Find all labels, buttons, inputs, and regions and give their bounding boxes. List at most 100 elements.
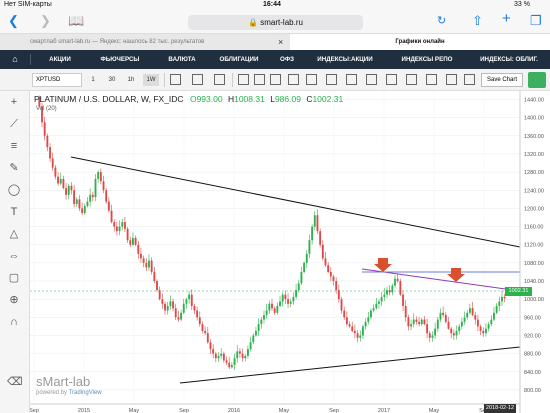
candle <box>148 254 150 271</box>
shapes-icon[interactable]: ◯ <box>7 183 21 197</box>
y-tick-label: 1040.00 <box>524 279 544 285</box>
tab-charts[interactable]: Графики онлайн <box>290 34 550 50</box>
magnet-icon[interactable]: ∩ <box>7 315 21 329</box>
measure-icon[interactable]: ▢ <box>7 271 21 285</box>
undo-icon[interactable] <box>426 74 437 85</box>
candle <box>348 321 351 329</box>
candle <box>246 345 249 359</box>
candle <box>308 234 311 259</box>
candle <box>300 266 303 286</box>
symbol-input[interactable]: XPTUSD <box>32 73 82 87</box>
candle <box>380 292 383 306</box>
candle <box>284 290 287 304</box>
bookmarks-icon[interactable]: 📖 <box>68 14 84 28</box>
candle <box>204 326 207 336</box>
menu-item-bonds[interactable]: ОБЛИГАЦИИ <box>214 50 264 69</box>
line-style-icon[interactable] <box>288 74 299 85</box>
y-tick-label: 1400.00 <box>524 116 544 122</box>
area-style-icon[interactable] <box>306 74 317 85</box>
candle <box>485 323 487 337</box>
candle <box>182 298 185 315</box>
chart-legend: PLATINUM / U.S. DOLLAR, W, FX_IDC O993.0… <box>34 94 343 104</box>
back-icon[interactable]: ❮ <box>8 14 19 28</box>
candle <box>439 308 442 323</box>
pattern-icon[interactable]: △ <box>7 227 21 241</box>
trash-icon[interactable]: ⌫ <box>7 375 23 389</box>
candles-style-icon[interactable] <box>254 74 265 85</box>
brush-icon[interactable]: ✎ <box>7 161 21 175</box>
candle <box>471 301 474 317</box>
forward-icon[interactable]: ❯ <box>40 14 51 28</box>
menu-item-ofz[interactable]: ОФЗ <box>272 50 302 69</box>
fib-retracement-icon[interactable]: ≡ <box>7 139 21 153</box>
new-tab-icon[interactable]: + <box>502 11 511 26</box>
home-icon[interactable]: ⌂ <box>0 50 30 69</box>
compare-icon[interactable] <box>170 74 181 85</box>
candle <box>156 279 158 292</box>
candle <box>51 152 54 171</box>
menu-item-futures[interactable]: ФЬЮЧЕРСЫ <box>95 50 145 69</box>
heikin-ashi-icon[interactable] <box>326 74 337 85</box>
zoom-in-icon[interactable]: ⊕ <box>7 293 21 307</box>
candle <box>97 170 100 183</box>
y-tick-label: 1440.00 <box>524 98 544 104</box>
menu-item-bond-indices[interactable]: ИНДЕКСЫ: ОБЛИГ. <box>470 50 548 69</box>
crosshair-icon[interactable]: + <box>7 95 21 109</box>
candle <box>273 306 276 316</box>
y-tick-label: 800.00 <box>524 388 541 394</box>
text-icon[interactable]: T <box>7 205 21 219</box>
point-figure-icon[interactable] <box>386 74 397 85</box>
trend-line-icon[interactable]: ⟋ <box>7 117 21 131</box>
x-tick-label: May <box>279 408 290 413</box>
candle <box>196 306 199 321</box>
price-chart[interactable]: 800.00 840.00 880.00 920.00 960.00 1000.00 104… <box>30 91 550 413</box>
x-tick-label: May <box>129 408 140 413</box>
candle <box>495 303 498 315</box>
line-break-icon[interactable] <box>406 74 417 85</box>
snapshot-camera-icon[interactable] <box>528 72 546 88</box>
candle <box>364 318 367 330</box>
save-chart-button[interactable]: Save Chart <box>481 73 523 87</box>
candle <box>123 217 126 233</box>
renko-icon[interactable] <box>346 74 357 85</box>
candle <box>402 290 404 311</box>
interval-30[interactable]: 30 <box>105 74 119 86</box>
redo-icon[interactable] <box>446 74 457 85</box>
address-bar[interactable]: 🔒 smart-lab.ru <box>188 15 363 30</box>
candle <box>303 261 306 274</box>
candle <box>313 211 316 231</box>
reload-icon[interactable]: ↻ <box>437 14 446 28</box>
candle <box>474 311 477 325</box>
y-tick-label: 920.00 <box>524 333 541 339</box>
candle <box>287 293 289 308</box>
hollow-candles-icon[interactable] <box>270 74 281 85</box>
interval-1h[interactable]: 1h <box>124 74 138 86</box>
menu-item-stocks[interactable]: АКЦИИ <box>40 50 80 69</box>
templates-icon[interactable] <box>214 74 225 85</box>
menu-item-stock-indices[interactable]: ИНДЕКСЫ:АКЦИИ <box>310 50 380 69</box>
candle <box>81 202 84 216</box>
share-icon[interactable]: ⇧ <box>472 14 483 28</box>
tradingview-link[interactable]: TradingView <box>69 390 102 396</box>
resistance-trend-line <box>70 156 521 248</box>
kagi-icon[interactable] <box>366 74 377 85</box>
interval-1[interactable]: 1 <box>86 74 100 86</box>
candle <box>442 306 445 318</box>
carrier-label: Нет SIM-карты <box>4 1 52 8</box>
interval-1w[interactable]: 1W <box>143 74 159 86</box>
candle <box>137 240 140 259</box>
candle <box>289 298 292 308</box>
tab-yandex[interactable]: смартлаб smart-lab.ru — Яндекс: нашлось … <box>30 34 270 50</box>
menu-item-currency[interactable]: ВАЛЮТА <box>162 50 202 69</box>
forecast-icon[interactable]: ⇔ <box>7 249 21 263</box>
menu-item-repo-indices[interactable]: ИНДЕКСЫ РЕПО <box>392 50 462 69</box>
bars-style-icon[interactable] <box>238 74 249 85</box>
settings-icon[interactable] <box>464 74 475 85</box>
y-tick-label: 1080.00 <box>524 261 544 267</box>
x-tick-label: 2016 <box>228 408 240 413</box>
tabs-icon[interactable]: ❐ <box>530 14 542 28</box>
candle <box>257 318 260 336</box>
candle <box>140 247 142 263</box>
close-tab-icon[interactable]: × <box>278 34 283 50</box>
indicators-icon[interactable] <box>192 74 203 85</box>
